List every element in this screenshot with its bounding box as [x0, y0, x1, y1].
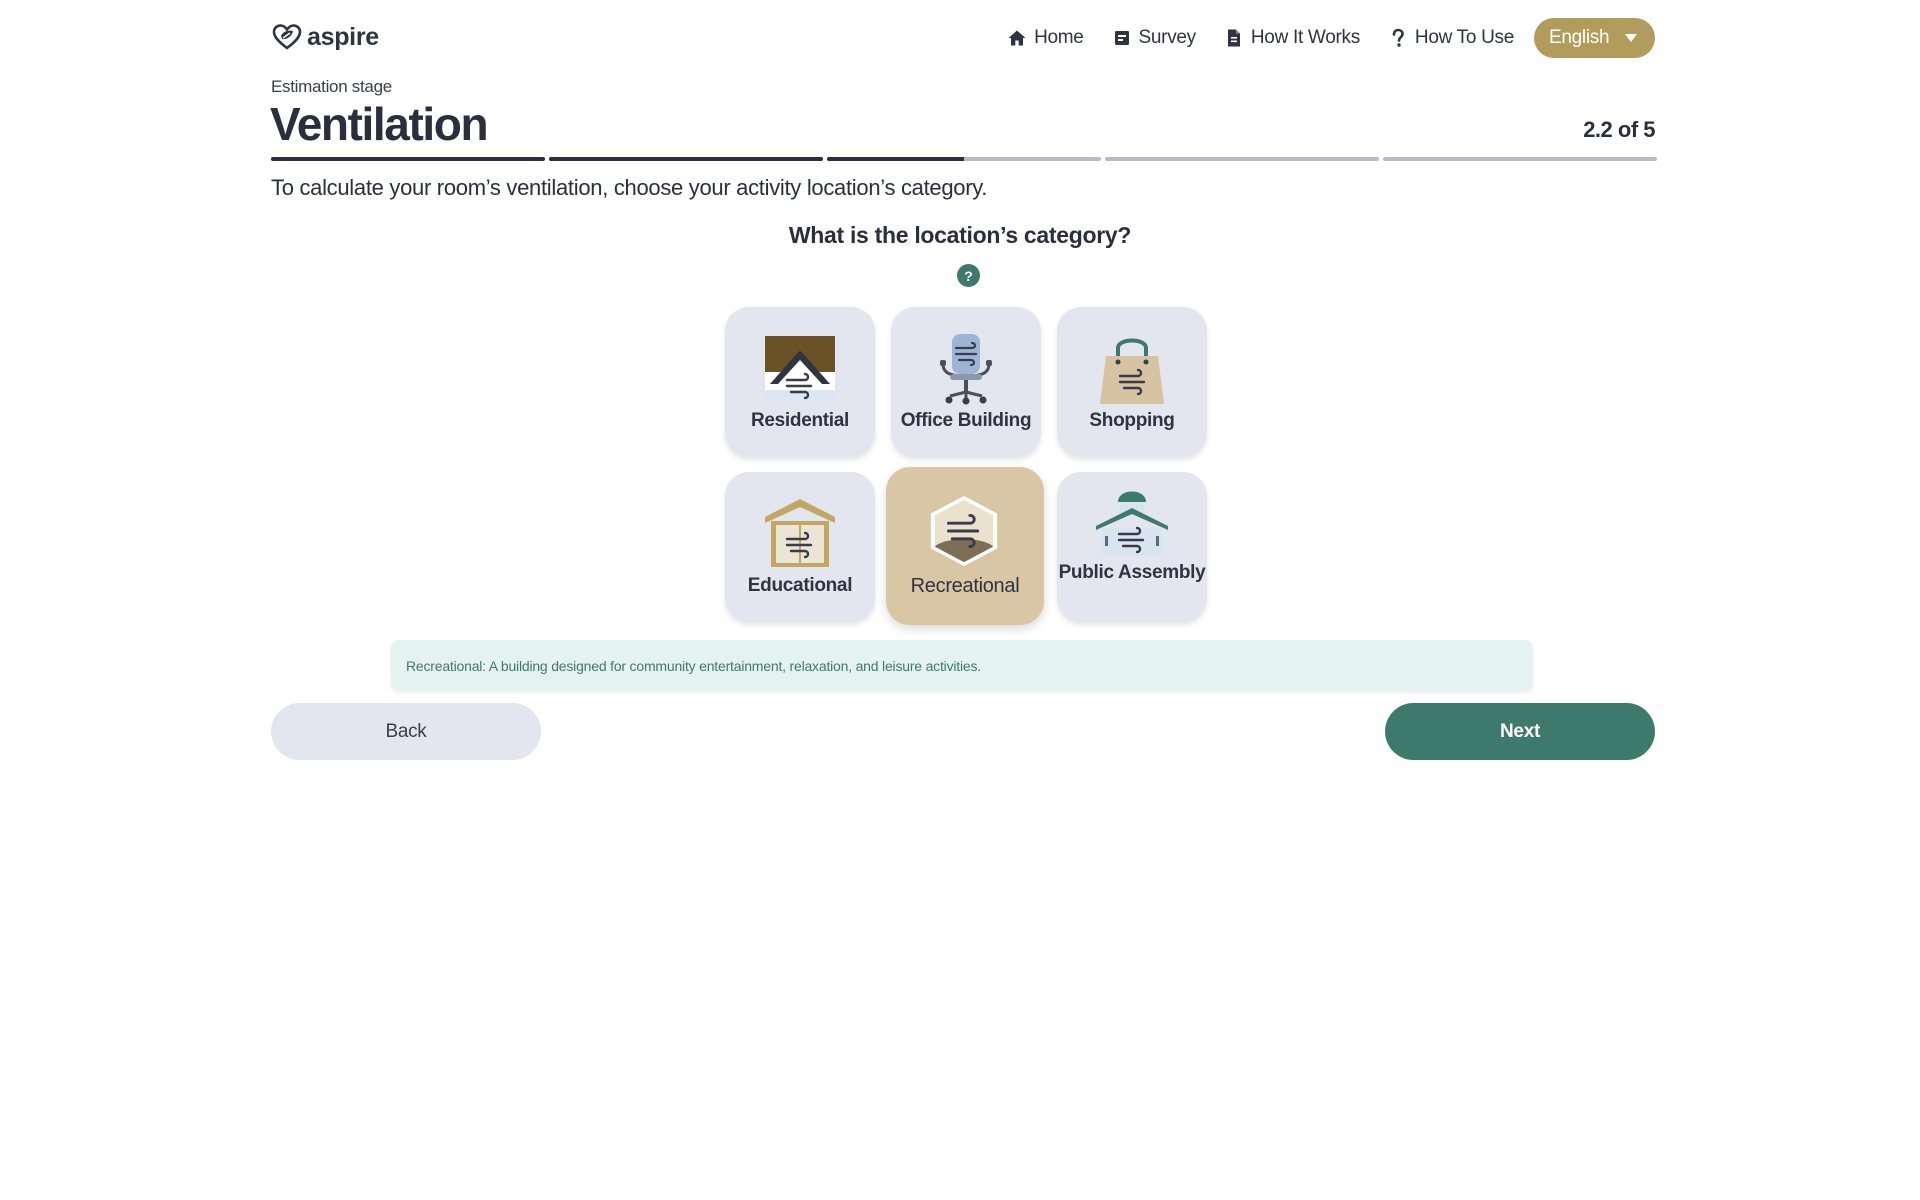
progress-segment	[1383, 157, 1657, 161]
category-label: Office Building	[900, 410, 1032, 431]
category-label: Recreational	[910, 575, 1020, 597]
category-option-recreational[interactable]: Recreational	[886, 467, 1044, 625]
nav-survey-label: Survey	[1138, 27, 1197, 48]
educational-icon	[765, 499, 835, 567]
category-label: Public Assembly	[1058, 562, 1206, 583]
instruction-text: To calculate your room’s ventilation, ch…	[271, 175, 988, 200]
nav-home-label: Home	[1034, 27, 1084, 48]
main-nav: Home Survey How It Works How To Use Engl…	[979, 18, 1655, 58]
caret-down-icon	[1625, 34, 1637, 42]
document-icon	[1227, 29, 1240, 47]
nav-survey[interactable]: Survey	[1112, 27, 1196, 49]
shopping-bag-icon	[1100, 338, 1164, 404]
survey-icon	[1114, 31, 1129, 45]
progress-segment	[1105, 157, 1379, 161]
top-header: aspire Home Survey How It Works How To U…	[271, 18, 1655, 58]
category-option-educational[interactable]: Educational	[725, 472, 875, 622]
brand[interactable]: aspire	[271, 21, 379, 53]
progress-segment	[827, 157, 1101, 161]
heart-leaf-logo-icon	[272, 24, 302, 50]
question-icon	[1392, 28, 1404, 47]
back-button[interactable]: Back	[271, 703, 541, 760]
stage-label: Estimation stage	[271, 77, 392, 96]
category-label: Residential	[750, 410, 850, 431]
nav-how-to-use-label: How To Use	[1414, 27, 1514, 48]
category-option-office-building[interactable]: Office Building	[891, 307, 1041, 457]
language-select[interactable]: English	[1534, 18, 1655, 58]
progress-segment	[271, 157, 545, 161]
nav-how-to-use[interactable]: How To Use	[1388, 27, 1514, 49]
nav-home[interactable]: Home	[1007, 27, 1084, 49]
stage-counter: 2.2 of 5	[1583, 117, 1655, 142]
page-title: Ventilation	[270, 98, 489, 150]
recreational-icon	[930, 495, 998, 567]
brand-name: aspire	[307, 22, 379, 51]
public-assembly-icon	[1096, 491, 1168, 556]
next-button[interactable]: Next	[1385, 703, 1655, 760]
category-description: Recreational: A building designed for co…	[391, 640, 1533, 691]
stage-progress-bar	[271, 157, 1657, 161]
residential-icon	[765, 336, 835, 402]
nav-how-it-works[interactable]: How It Works	[1224, 27, 1360, 49]
category-label: Shopping	[1089, 410, 1175, 431]
category-option-residential[interactable]: Residential	[725, 307, 875, 457]
category-option-public-assembly[interactable]: Public Assembly	[1057, 472, 1207, 622]
category-option-shopping[interactable]: Shopping	[1057, 307, 1207, 457]
category-label: Educational	[747, 575, 853, 596]
home-icon	[1008, 30, 1026, 46]
help-button[interactable]: ?	[957, 264, 980, 287]
nav-how-it-works-label: How It Works	[1250, 27, 1360, 48]
office-chair-icon	[940, 334, 992, 405]
progress-segment	[549, 157, 823, 161]
question-text: What is the location’s category?	[788, 222, 1132, 248]
language-selected-value: English	[1549, 27, 1610, 48]
